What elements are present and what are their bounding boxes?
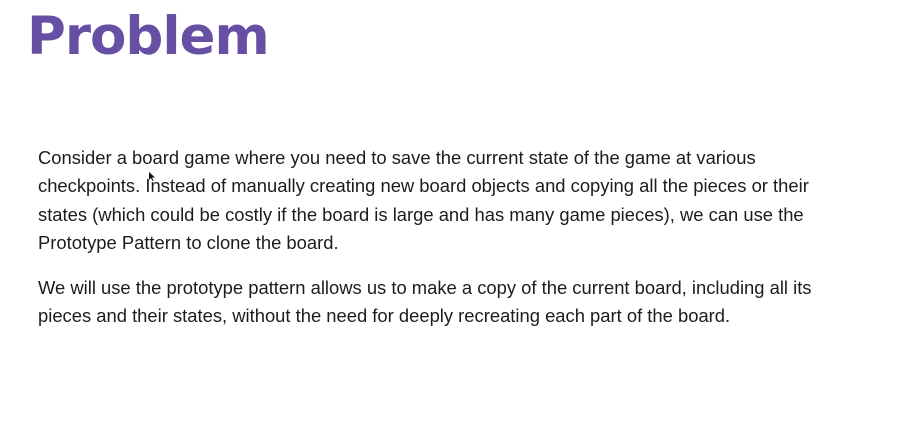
paragraph-solution-description: We will use the prototype pattern allows… xyxy=(38,277,812,327)
slide-title: Problem xyxy=(27,6,270,67)
slide: Problem Consider a board game where you … xyxy=(0,0,901,425)
mouse-pointer-icon xyxy=(149,172,155,181)
paragraph-problem-description: Consider a board game where you need to … xyxy=(38,147,809,253)
slide-body: Consider a board game where you need to … xyxy=(38,144,828,348)
